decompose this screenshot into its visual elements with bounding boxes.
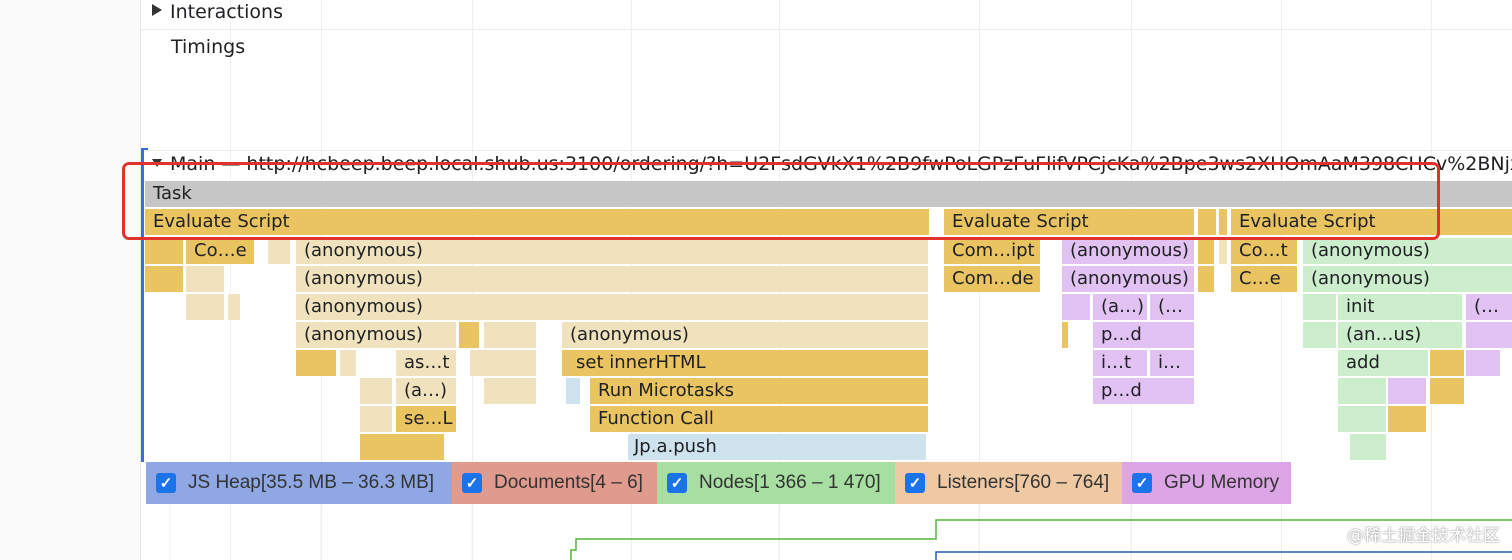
flame-block[interactable] bbox=[1388, 378, 1426, 404]
flame-block[interactable] bbox=[459, 322, 479, 348]
flame-compile[interactable]: Co…t bbox=[1231, 238, 1297, 264]
flame-evaluate-script[interactable]: Evaluate Script bbox=[1231, 209, 1512, 235]
flame-block[interactable] bbox=[484, 322, 536, 348]
checkbox-icon[interactable]: ✓ bbox=[462, 473, 482, 493]
flame-block[interactable] bbox=[1219, 209, 1227, 235]
flame-block[interactable]: (… bbox=[1150, 294, 1194, 320]
legend-label: Listeners[760 – 764] bbox=[937, 472, 1110, 493]
watermark: @稀土掘金技术社区 bbox=[1347, 526, 1500, 546]
counters-legend: ✓ JS Heap[35.5 MB – 36.3 MB] ✓ Documents… bbox=[146, 462, 1291, 504]
flame-block[interactable] bbox=[1350, 434, 1386, 460]
flame-anonymous[interactable]: (anonymous) bbox=[1303, 266, 1512, 292]
legend-js-heap[interactable]: ✓ JS Heap[35.5 MB – 36.3 MB] bbox=[146, 462, 452, 504]
flame-block[interactable] bbox=[1303, 322, 1336, 348]
flame-block[interactable] bbox=[1388, 406, 1426, 432]
flame-block[interactable] bbox=[1198, 266, 1214, 292]
flame-block[interactable] bbox=[1466, 322, 1512, 348]
flame-block[interactable] bbox=[470, 350, 536, 376]
flame-block[interactable] bbox=[1430, 350, 1464, 376]
flame-async[interactable]: as…t bbox=[396, 350, 456, 376]
collapse-triangle-icon[interactable] bbox=[152, 159, 162, 167]
flame-block[interactable] bbox=[1198, 209, 1216, 235]
legend-label: Nodes[1 366 – 1 470] bbox=[699, 472, 881, 493]
flame-anonymous-short[interactable]: (a…) bbox=[396, 378, 456, 404]
flame-block[interactable] bbox=[145, 238, 183, 264]
track-separator bbox=[141, 150, 1512, 151]
flame-block[interactable] bbox=[340, 350, 356, 376]
timings-track[interactable]: Timings bbox=[171, 36, 245, 58]
track-separator bbox=[141, 29, 1512, 30]
interactions-label: Interactions bbox=[170, 1, 283, 23]
flame-function-call[interactable]: Function Call bbox=[590, 406, 928, 432]
flame-block[interactable] bbox=[1466, 350, 1500, 376]
checkbox-icon[interactable]: ✓ bbox=[156, 473, 176, 493]
flame-block[interactable] bbox=[1219, 238, 1227, 264]
flame-block[interactable] bbox=[1430, 378, 1464, 404]
flame-run-microtasks[interactable]: Run Microtasks bbox=[590, 378, 928, 404]
flame-jp-push[interactable]: Jp.a.push bbox=[628, 434, 926, 460]
timings-label: Timings bbox=[171, 36, 246, 58]
flame-block[interactable]: i… bbox=[1150, 350, 1194, 376]
flame-anonymous[interactable]: (anonymous) bbox=[296, 322, 456, 348]
flame-block[interactable] bbox=[145, 266, 183, 292]
flame-add[interactable]: add bbox=[1338, 350, 1428, 376]
flame-block[interactable] bbox=[1198, 238, 1214, 264]
flame-block[interactable] bbox=[566, 378, 580, 404]
flame-script-load[interactable]: se…L bbox=[396, 406, 456, 432]
flame-anonymous[interactable]: (anonymous) bbox=[296, 266, 928, 292]
flame-compile[interactable]: Com…de bbox=[944, 266, 1040, 292]
flame-block[interactable] bbox=[1338, 406, 1386, 432]
flame-anonymous[interactable]: (anonymous) bbox=[562, 322, 928, 348]
js-heap-counter-line bbox=[935, 551, 1512, 560]
flame-block[interactable] bbox=[1303, 294, 1336, 320]
flame-block[interactable] bbox=[360, 434, 444, 460]
flame-block[interactable] bbox=[1062, 322, 1068, 348]
flame-evaluate-script[interactable]: Evaluate Script bbox=[145, 209, 929, 235]
flame-task[interactable]: Task bbox=[145, 181, 1512, 207]
counters-chart bbox=[169, 505, 1512, 560]
legend-label: GPU Memory bbox=[1164, 472, 1280, 493]
flame-evaluate-script[interactable]: Evaluate Script bbox=[944, 209, 1194, 235]
legend-documents[interactable]: ✓ Documents[4 – 6] bbox=[452, 462, 657, 504]
flame-block[interactable] bbox=[360, 378, 392, 404]
flame-set-inner-html[interactable]: set innerHTML bbox=[562, 350, 928, 376]
flame-init[interactable]: init bbox=[1338, 294, 1462, 320]
main-track-header[interactable]: Main — http://hcbeep.beep.local.shub.us:… bbox=[152, 153, 1512, 179]
flame-anonymous[interactable]: (anonymous) bbox=[1303, 238, 1512, 264]
flame-block[interactable] bbox=[484, 378, 536, 404]
flame-block[interactable] bbox=[360, 406, 392, 432]
legend-label: Documents[4 – 6] bbox=[494, 472, 643, 493]
flame-anonymous-us[interactable]: (an…us) bbox=[1338, 322, 1462, 348]
flame-anonymous[interactable]: (anonymous) bbox=[296, 294, 928, 320]
expand-triangle-icon[interactable] bbox=[152, 4, 162, 16]
flame-anonymous[interactable]: (anonymous) bbox=[1062, 266, 1194, 292]
flame-anonymous[interactable]: (anonymous) bbox=[296, 238, 928, 264]
left-gutter bbox=[0, 0, 141, 560]
checkbox-icon[interactable]: ✓ bbox=[905, 473, 925, 493]
flame-compile[interactable]: Co…e bbox=[186, 238, 254, 264]
flame-compile[interactable]: C…e bbox=[1231, 266, 1297, 292]
legend-listeners[interactable]: ✓ Listeners[760 – 764] bbox=[895, 462, 1122, 504]
legend-nodes[interactable]: ✓ Nodes[1 366 – 1 470] bbox=[657, 462, 895, 504]
flame-block[interactable] bbox=[186, 294, 224, 320]
interactions-track[interactable]: Interactions bbox=[152, 1, 283, 23]
checkbox-icon[interactable]: ✓ bbox=[667, 473, 687, 493]
flame-block[interactable] bbox=[1062, 294, 1090, 320]
legend-gpu-memory[interactable]: ✓ GPU Memory bbox=[1122, 462, 1291, 504]
flame-compile[interactable]: Com…ipt bbox=[944, 238, 1040, 264]
flame-block[interactable]: (… bbox=[1466, 294, 1512, 320]
main-track-label: Main — http://hcbeep.beep.local.shub.us:… bbox=[170, 153, 1512, 175]
flame-promise[interactable]: p…d bbox=[1093, 378, 1194, 404]
flame-anonymous-short[interactable]: (a…) bbox=[1093, 294, 1147, 320]
flame-block[interactable] bbox=[296, 350, 336, 376]
legend-label: JS Heap[35.5 MB – 36.3 MB] bbox=[188, 472, 435, 493]
flame-block[interactable] bbox=[268, 238, 290, 264]
flame-anonymous[interactable]: (anonymous) bbox=[1062, 238, 1194, 264]
flame-block[interactable] bbox=[1338, 378, 1386, 404]
flame-promise[interactable]: p…d bbox=[1093, 322, 1194, 348]
flame-block[interactable] bbox=[186, 266, 224, 292]
flame-block[interactable]: i…t bbox=[1093, 350, 1147, 376]
flame-block[interactable] bbox=[228, 294, 240, 320]
checkbox-icon[interactable]: ✓ bbox=[1132, 473, 1152, 493]
